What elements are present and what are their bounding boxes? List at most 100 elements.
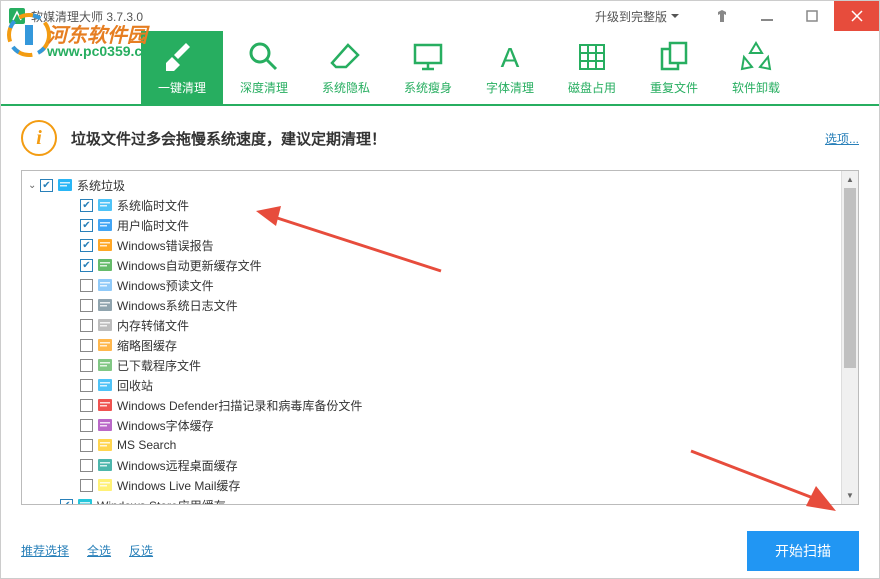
- tree-item[interactable]: Windows预读文件: [22, 275, 841, 295]
- tab-deep-clean[interactable]: 深度清理: [223, 31, 305, 104]
- expand-icon[interactable]: ⌄: [28, 180, 40, 191]
- tree-item[interactable]: Windows远程桌面缓存: [22, 455, 841, 475]
- item-icon: [77, 497, 93, 504]
- item-icon: [97, 457, 113, 473]
- checkbox[interactable]: [80, 279, 93, 292]
- tree-item[interactable]: Windows错误报告: [22, 235, 841, 255]
- grid-icon: [574, 39, 610, 75]
- checkbox[interactable]: [80, 359, 93, 372]
- item-icon: [97, 437, 113, 453]
- tree-item-label: 用户临时文件: [117, 217, 189, 234]
- tab-privacy[interactable]: 系统隐私: [305, 31, 387, 104]
- tab-duplicate-files[interactable]: 重复文件: [633, 31, 715, 104]
- item-icon: [97, 357, 113, 373]
- checkbox[interactable]: [80, 459, 93, 472]
- item-icon: [97, 217, 113, 233]
- options-link[interactable]: 选项...: [825, 130, 859, 147]
- start-scan-button[interactable]: 开始扫描: [747, 531, 859, 571]
- item-icon: [97, 317, 113, 333]
- checkbox[interactable]: [60, 499, 73, 505]
- tab-label: 深度清理: [240, 79, 288, 96]
- tree-item-label: Windows系统日志文件: [117, 297, 238, 314]
- invert-link[interactable]: 反选: [129, 542, 153, 559]
- tab-slim[interactable]: 系统瘦身: [387, 31, 469, 104]
- tree-item[interactable]: Windows自动更新缓存文件: [22, 255, 841, 275]
- checkbox[interactable]: [80, 259, 93, 272]
- checkbox[interactable]: [80, 199, 93, 212]
- scroll-up-arrow[interactable]: ▲: [842, 171, 858, 188]
- toolbar: 一键清理 深度清理 系统隐私 系统瘦身 A 字体清理 磁盘占用 重复文件 软件卸…: [1, 31, 879, 106]
- tab-disk-usage[interactable]: 磁盘占用: [551, 31, 633, 104]
- item-icon: [97, 397, 113, 413]
- close-button[interactable]: [834, 1, 879, 31]
- tree-item[interactable]: MS Search: [22, 435, 841, 455]
- tree-item[interactable]: 系统临时文件: [22, 195, 841, 215]
- tree-item[interactable]: 已下载程序文件: [22, 355, 841, 375]
- tab-label: 字体清理: [486, 79, 534, 96]
- item-icon: [97, 417, 113, 433]
- tree-item-label: Windows Live Mail缓存: [117, 477, 240, 494]
- tree-item[interactable]: 内存转储文件: [22, 315, 841, 335]
- checkbox[interactable]: [80, 419, 93, 432]
- checkbox[interactable]: [80, 319, 93, 332]
- skin-button[interactable]: [699, 1, 744, 31]
- font-icon: A: [492, 39, 528, 75]
- tree-item[interactable]: Windows系统日志文件: [22, 295, 841, 315]
- checkbox[interactable]: [80, 479, 93, 492]
- tree-item[interactable]: Windows字体缓存: [22, 415, 841, 435]
- scroll-down-arrow[interactable]: ▼: [842, 487, 858, 504]
- tree-item-label: 内存转储文件: [117, 317, 189, 334]
- tab-uninstall[interactable]: 软件卸载: [715, 31, 797, 104]
- checkbox[interactable]: [40, 179, 53, 192]
- tab-font-clean[interactable]: A 字体清理: [469, 31, 551, 104]
- select-all-link[interactable]: 全选: [87, 542, 111, 559]
- tree-item[interactable]: Windows Live Mail缓存: [22, 475, 841, 495]
- tree-item-label: Windows错误报告: [117, 237, 214, 254]
- item-icon: [97, 377, 113, 393]
- tree-item[interactable]: Windows Defender扫描记录和病毒库备份文件: [22, 395, 841, 415]
- app-icon: [9, 8, 25, 24]
- window-title: 软媒清理大师 3.7.3.0: [31, 8, 595, 25]
- tree-item-label: 系统垃圾: [77, 177, 125, 194]
- checkbox[interactable]: [80, 219, 93, 232]
- tree-item-label: 缩略图缓存: [117, 337, 177, 354]
- tree-item[interactable]: 回收站: [22, 375, 841, 395]
- maximize-button[interactable]: [789, 1, 834, 31]
- scroll-thumb[interactable]: [844, 188, 856, 368]
- item-icon: [97, 237, 113, 253]
- scroll-track[interactable]: [842, 368, 858, 487]
- checkbox[interactable]: [80, 379, 93, 392]
- tree-root-item[interactable]: ⌄ 系统垃圾: [22, 175, 841, 195]
- item-icon: [97, 257, 113, 273]
- tab-label: 重复文件: [650, 79, 698, 96]
- scrollbar[interactable]: ▲ ▼: [841, 171, 858, 504]
- cleanup-tree: ⌄ 系统垃圾系统临时文件用户临时文件 Windows错误报告 Windows自动更新缓…: [22, 171, 841, 504]
- upgrade-link[interactable]: 升级到完整版: [595, 8, 679, 25]
- tab-label: 磁盘占用: [568, 79, 616, 96]
- minimize-button[interactable]: [744, 1, 789, 31]
- checkbox[interactable]: [80, 299, 93, 312]
- checkbox[interactable]: [80, 239, 93, 252]
- tab-onekey-clean[interactable]: 一键清理: [141, 31, 223, 104]
- tab-label: 系统隐私: [322, 79, 370, 96]
- tree-item-label: Windows远程桌面缓存: [117, 457, 238, 474]
- tree-item-label: MS Search: [117, 438, 176, 452]
- tree-item-label: Windows预读文件: [117, 277, 214, 294]
- broom-icon: [164, 39, 200, 75]
- checkbox[interactable]: [80, 339, 93, 352]
- magnifier-icon: [246, 39, 282, 75]
- recommend-link[interactable]: 推荐选择: [21, 542, 69, 559]
- item-icon: [97, 277, 113, 293]
- tree-item[interactable]: 缩略图缓存: [22, 335, 841, 355]
- eraser-icon: [328, 39, 364, 75]
- tree-item-label: 系统临时文件: [117, 197, 189, 214]
- tree-item[interactable]: Windows Store应用缓存: [22, 495, 841, 504]
- tree-item-label: Windows自动更新缓存文件: [117, 257, 262, 274]
- checkbox[interactable]: [80, 439, 93, 452]
- tab-label: 系统瘦身: [404, 79, 452, 96]
- titlebar: 软媒清理大师 3.7.3.0 升级到完整版: [1, 1, 879, 31]
- checkbox[interactable]: [80, 399, 93, 412]
- tree-item[interactable]: 用户临时文件: [22, 215, 841, 235]
- tree-container: ⌄ 系统垃圾系统临时文件用户临时文件 Windows错误报告 Windows自动更新缓…: [21, 170, 859, 505]
- svg-text:A: A: [501, 42, 520, 73]
